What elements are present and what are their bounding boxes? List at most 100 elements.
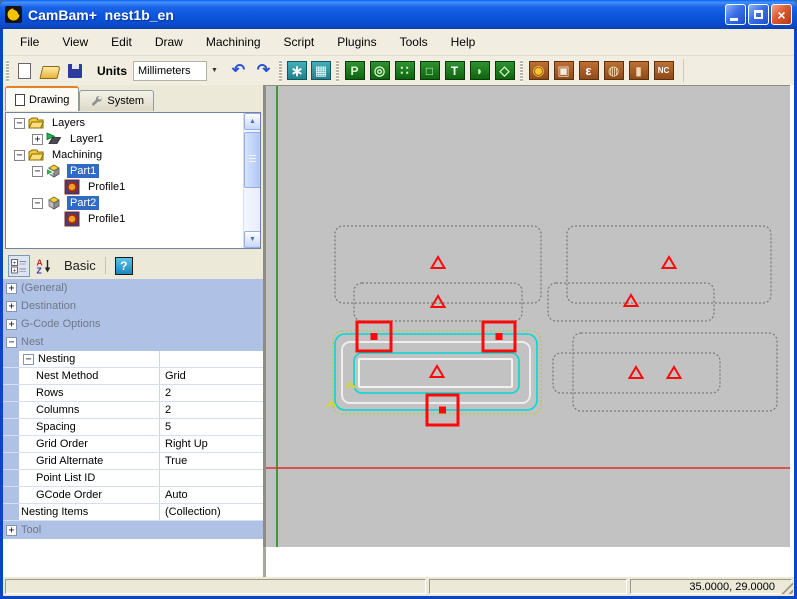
category-expander[interactable]: + [6,525,17,536]
category-tool[interactable]: +Tool [3,521,263,539]
property-name[interactable]: Grid Order [19,436,160,452]
property-gcode-order[interactable]: GCode OrderAuto [3,487,263,504]
point-marker-triangle-4[interactable] [625,295,638,306]
selected-geometry-outer[interactable] [335,334,537,410]
tree-expander-minus[interactable]: − [14,150,25,161]
tree-item-label[interactable]: Machining [49,148,105,162]
property-name[interactable]: Spacing [19,419,160,435]
property-value[interactable]: 5 [160,419,263,435]
property-point-list-id[interactable]: Point List ID [3,470,263,487]
tree-expander-minus[interactable]: − [32,198,43,209]
category-nest[interactable]: −Nest [3,333,263,351]
tree-expander-minus[interactable]: − [32,166,43,177]
property-name[interactable]: Point List ID [19,470,160,486]
property-name[interactable]: Columns [19,402,160,418]
property-name[interactable]: GCode Order [19,487,160,503]
tab-system[interactable]: System [79,90,154,111]
category-general[interactable]: +(General) [3,279,263,297]
category-expander[interactable]: + [6,283,17,294]
tree-item-profile1[interactable]: Profile1 [6,179,260,195]
nest-cell-outline-6[interactable] [553,353,720,393]
property-value[interactable] [160,470,263,486]
category-g-code-options[interactable]: +G-Code Options [3,315,263,333]
nest-cell-outline-4[interactable] [548,283,714,321]
nest-cell-outline-1[interactable] [335,226,541,303]
property-value[interactable]: Right Up [160,436,263,452]
property-name[interactable]: Rows [19,385,160,401]
tree-item-label[interactable]: Part1 [67,164,99,178]
circle-icon[interactable] [370,61,390,80]
pocket-icon[interactable] [554,61,574,80]
tree-item-layers[interactable]: − Layers [6,115,260,131]
tree-item-label[interactable]: Part2 [67,196,99,210]
canvas-zone[interactable] [263,85,790,547]
property-value[interactable] [160,351,263,367]
menu-plugins[interactable]: Plugins [328,31,385,53]
property-nest-method[interactable]: Nest MethodGrid [3,368,263,385]
point-dot-1[interactable] [371,333,378,340]
help-icon[interactable]: ? [115,257,133,275]
toolbar-grip[interactable] [279,60,282,82]
text-icon[interactable] [445,61,465,80]
drill-icon[interactable] [529,61,549,80]
snap-point-icon[interactable] [287,61,307,80]
nest-cell-outline-2[interactable] [354,283,522,321]
point-marker-triangle-6[interactable] [630,367,643,378]
point-list-icon[interactable] [395,61,415,80]
property-columns[interactable]: Columns2 [3,402,263,419]
tree-expander-plus[interactable]: + [32,134,43,145]
new-file-icon[interactable] [13,60,36,82]
toolbar-grip[interactable] [520,60,523,82]
close-button[interactable]: × [771,4,792,25]
tree-item-profile1[interactable]: Profile1 [6,211,260,227]
tree-item-part2[interactable]: − Part2 [6,195,260,211]
group-expander[interactable]: − [23,354,34,365]
point-marker-triangle-2[interactable] [432,296,445,307]
property-value[interactable]: 2 [160,402,263,418]
property-value[interactable]: Grid [160,368,263,384]
menu-edit[interactable]: Edit [102,31,141,53]
toolbar-grip[interactable] [6,60,9,82]
scroll-thumb[interactable] [244,132,261,188]
property-name[interactable]: Nest Method [19,368,160,384]
point-dot-3[interactable] [439,407,446,414]
scroll-down-button[interactable]: ▼ [244,231,261,248]
part-outline-inner[interactable] [359,359,512,387]
property-nesting-items[interactable]: Nesting Items(Collection) [3,504,263,521]
property-value[interactable]: (Collection) [160,504,263,520]
save-file-icon[interactable] [63,60,86,82]
property-name[interactable]: Nesting Items [19,504,160,520]
open-file-icon[interactable] [38,60,61,82]
tree-scrollbar[interactable]: ▲ ▼ [243,113,260,248]
profile3d-icon[interactable] [604,61,624,80]
point-marker-triangle-1[interactable] [432,257,445,268]
point-marker-triangle-5[interactable] [431,366,444,377]
tree-item-part1[interactable]: − Part1 [6,163,260,179]
property-grid-order[interactable]: Grid OrderRight Up [3,436,263,453]
property-nesting[interactable]: −Nesting [3,351,263,368]
point-marker-triangle-3[interactable] [663,257,676,268]
engrave-icon[interactable] [579,61,599,80]
tree-expander-minus[interactable]: − [14,118,25,129]
property-value[interactable]: Auto [160,487,263,503]
tree-item-label[interactable]: Layers [49,116,88,130]
tab-drawing[interactable]: Drawing [5,86,79,111]
category-expander[interactable]: + [6,301,17,312]
tree-item-label[interactable]: Profile1 [85,180,128,194]
drawing-canvas[interactable] [266,86,790,547]
menu-view[interactable]: View [53,31,97,53]
alphabetical-icon[interactable]: AZ [33,255,55,277]
property-name[interactable]: Grid Alternate [19,453,160,469]
category-expander[interactable]: − [6,337,17,348]
tree-item-machining[interactable]: − Machining [6,147,260,163]
rectangle-icon[interactable] [420,61,440,80]
maximize-button[interactable] [748,4,769,25]
minimize-button[interactable] [725,4,746,25]
arc-icon[interactable] [470,61,490,80]
units-combo-arrow[interactable]: ▼ [207,61,222,81]
selected-nest-outline[interactable] [333,331,541,414]
tree-item-layer1[interactable]: +Layer1 [6,131,260,147]
menu-draw[interactable]: Draw [146,31,192,53]
category-destination[interactable]: +Destination [3,297,263,315]
property-value[interactable]: 2 [160,385,263,401]
